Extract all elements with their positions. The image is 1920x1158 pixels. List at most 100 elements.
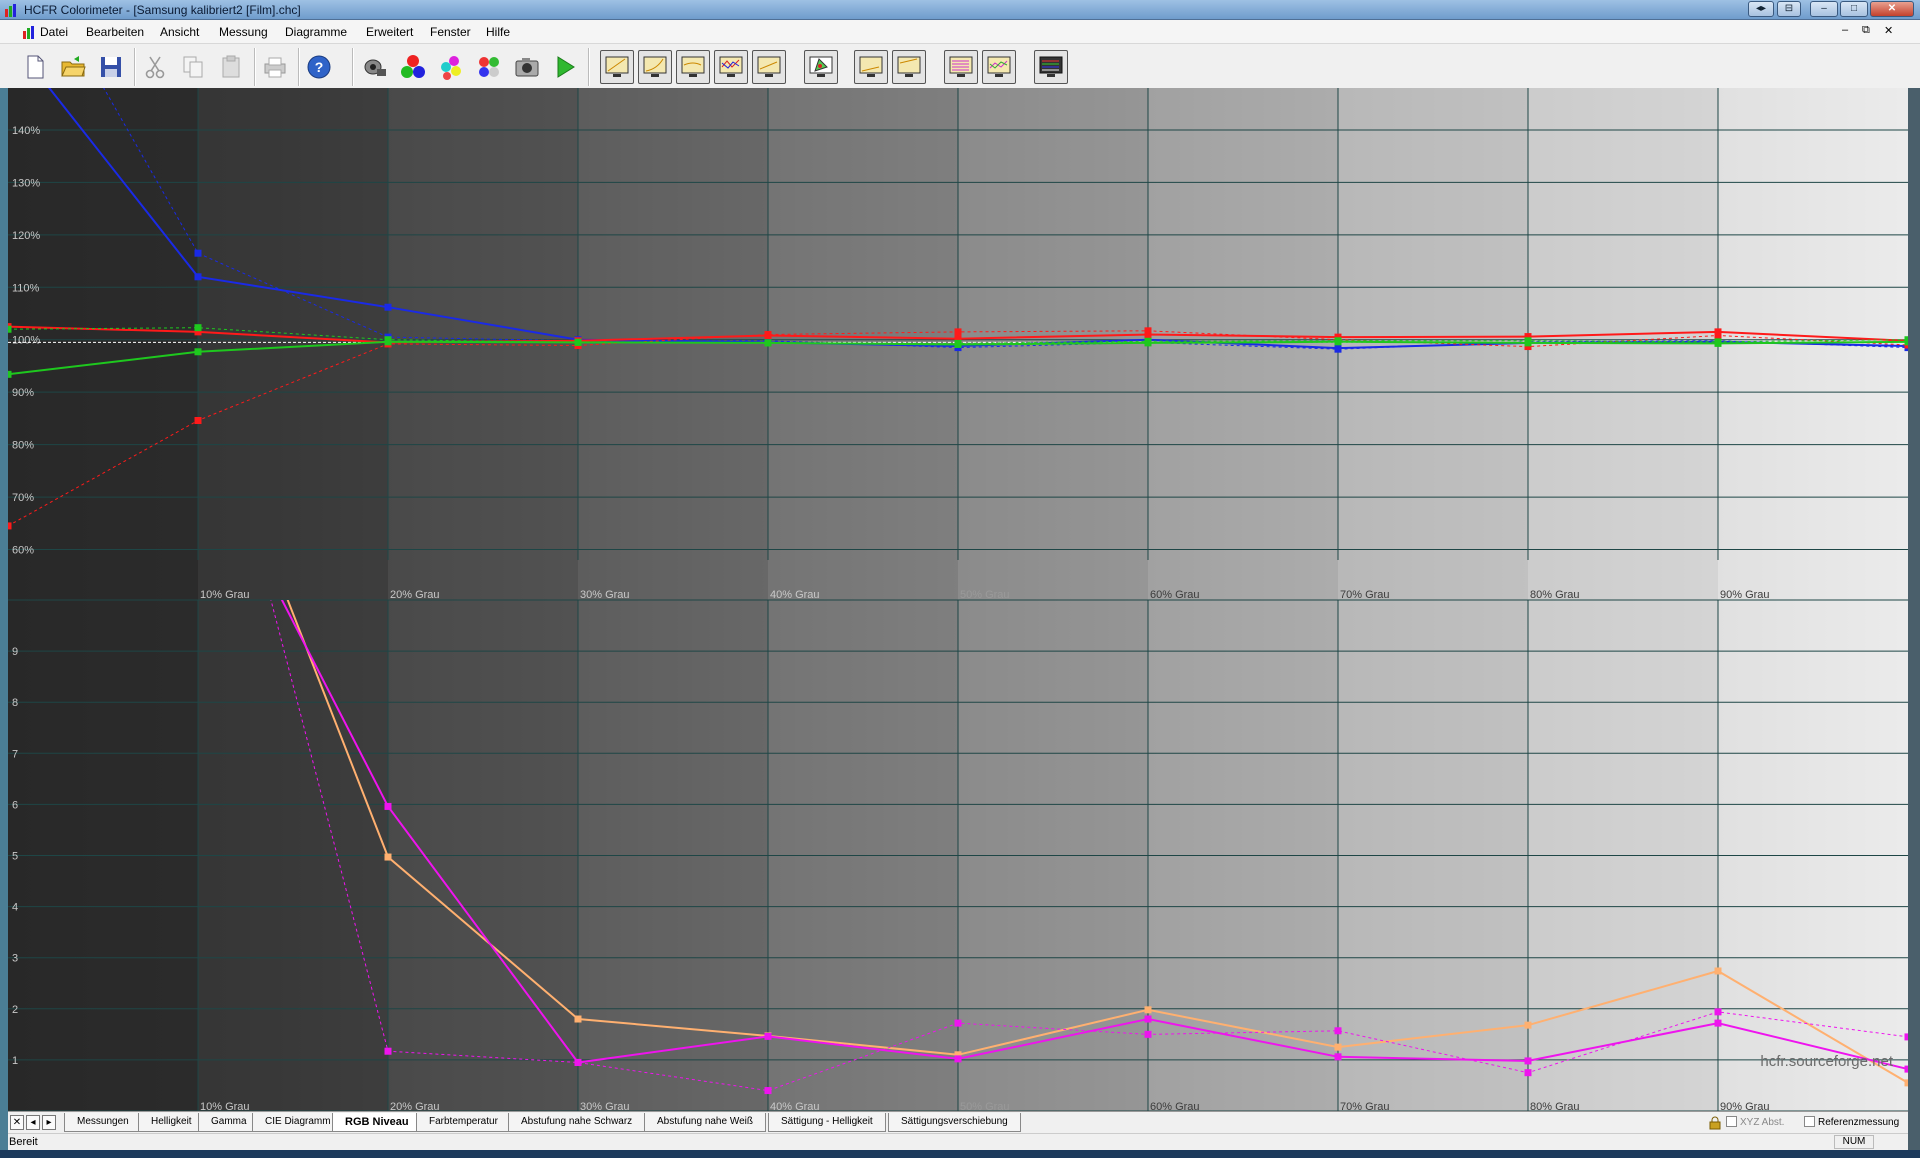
data-point-magenta [1524,1057,1532,1065]
maximize-button[interactable]: □ [1840,1,1868,17]
data-point-magenta [1714,1019,1722,1027]
menu-erweitert[interactable]: Erweitert [366,25,413,39]
xyz-abst-label: XYZ Abst. [1740,1117,1785,1128]
save-disk-icon[interactable] [94,50,128,84]
xyz-abst-box[interactable] [1726,1116,1737,1127]
menu-fenster[interactable]: Fenster [430,25,471,39]
colorful-spheres-icon[interactable] [472,50,506,84]
menu-hilfe[interactable]: Hilfe [486,25,510,39]
referenzmessung-checkbox[interactable]: Referenzmessung [1804,1116,1899,1128]
data-point-red [764,330,772,338]
data-point-orange [1524,1021,1532,1029]
tab-close-button[interactable]: ✕ [10,1115,24,1130]
watermark-text: hcfr.sourceforge.net [1760,1053,1893,1070]
chart-canvas: 140% 130% 120% 110% 100% 90% 80% 70% 60% 10% Grau… [8,88,1908,1111]
tab-messungen[interactable]: Messungen [64,1113,142,1132]
rgb-level-chart-area[interactable]: 140% 130% 120% 110% 100% 90% 80% 70% 60% 10% Grau… [8,88,1908,1111]
chart-saturation-icon[interactable] [944,50,978,84]
x-tick-label: 90% Grau [1720,1101,1770,1111]
y-tick-label: 140% [12,125,40,137]
menu-diagramme[interactable]: Diagramme [285,25,347,39]
data-point-green [194,348,202,356]
play-icon[interactable] [548,50,582,84]
menu-bearbeiten[interactable]: Bearbeiten [86,25,144,39]
taskbar[interactable] [0,1150,1920,1158]
color-spheres-icon[interactable] [434,50,468,84]
tab-next-button[interactable]: ▸ [42,1115,56,1130]
tab-farbtemperatur[interactable]: Farbtemperatur [416,1113,511,1132]
x-tick-label: 10% Grau [200,589,250,601]
y-tick-label: 90% [12,387,34,399]
x-tick-label: 30% Grau [580,589,630,601]
y-tick-label: 1 [12,1055,18,1067]
close-button[interactable]: ✕ [1870,1,1914,17]
chart-gamma2-icon[interactable] [676,50,710,84]
camera-icon[interactable] [510,50,544,84]
y-tick-label: 130% [12,177,40,189]
lock-icon [1709,1116,1721,1130]
y-tick-label: 5 [12,851,18,863]
paste-icon[interactable] [214,50,248,84]
window-title: HCFR Colorimeter - [Samsung kalibriert2 … [24,3,301,17]
copy-icon[interactable] [176,50,210,84]
menu-messung[interactable]: Messung [219,25,268,39]
tab-saettigungsverschiebung[interactable]: Sättigungsverschiebung [888,1113,1021,1132]
tab-prev-button[interactable]: ◂ [26,1115,40,1130]
x-tick-label: 50% Grau [960,589,1010,601]
chart-gamma-icon[interactable] [638,50,672,84]
status-bar: Bereit NUM [0,1133,1920,1150]
print-icon[interactable] [258,50,292,84]
tab-cie-diagramm[interactable]: CIE Diagramm [252,1113,344,1132]
data-point-orange [574,1015,582,1023]
data-point-blue [384,303,392,311]
tab-gamma[interactable]: Gamma [198,1113,260,1132]
monitor-measure-icon[interactable] [1034,50,1068,84]
mdi-restore-button[interactable]: ⧉ [1862,24,1870,37]
chart-luminance-icon[interactable] [600,50,634,84]
data-point-green [194,324,202,332]
chart-temp-icon[interactable] [752,50,786,84]
data-point-blue [1334,345,1342,353]
y-tick-label: 100% [12,335,40,347]
data-point-magenta [1334,1053,1342,1061]
help-icon[interactable]: ? [302,50,336,84]
minimize-button[interactable]: – [1810,1,1838,17]
data-point-magenta [1334,1027,1342,1035]
x-tick-label: 60% Grau [1150,1101,1200,1111]
compact-icon[interactable]: ⊟ [1777,1,1801,17]
chart-cie-icon[interactable] [804,50,838,84]
data-point-red [1144,327,1152,335]
sensor-icon[interactable] [358,50,392,84]
tab-abstufung-nahe-schwarz[interactable]: Abstufung nahe Schwarz [508,1113,646,1132]
x-tick-label: 80% Grau [1530,589,1580,601]
menu-ansicht[interactable]: Ansicht [160,25,199,39]
data-point-magenta [764,1032,772,1040]
mdi-minimize-button[interactable]: – [1842,24,1848,36]
title-bar[interactable]: HCFR Colorimeter - [Samsung kalibriert2 … [0,0,1920,20]
cut-icon[interactable] [138,50,172,84]
chart-rgb-icon[interactable] [714,50,748,84]
svg-text:?: ? [315,59,324,75]
data-point-green [1524,337,1532,345]
tab-saettigung-helligkeit[interactable]: Sättigung - Helligkeit [768,1113,886,1132]
new-document-icon[interactable] [18,50,52,84]
mdi-close-button[interactable]: ✕ [1884,24,1893,37]
chart-saturation-shift-icon[interactable] [982,50,1016,84]
tab-rgb-niveau[interactable]: RGB Niveau [332,1113,422,1132]
chart-near-black-icon[interactable] [854,50,888,84]
chart-near-white-icon[interactable] [892,50,926,84]
rgb-balls-icon[interactable] [396,50,430,84]
xyz-abst-checkbox[interactable]: XYZ Abst. [1726,1116,1784,1128]
data-point-red [8,522,12,530]
tab-helligkeit[interactable]: Helligkeit [138,1113,205,1132]
data-point-green [574,338,582,346]
menu-datei[interactable]: Datei [40,25,68,39]
x-tick-label: 20% Grau [390,1101,440,1111]
y-tick-label: 4 [12,902,18,914]
open-folder-icon[interactable] [56,50,90,84]
switch-icon[interactable]: ◂▸ [1748,1,1774,17]
referenzmessung-box[interactable] [1804,1116,1815,1127]
tab-abstufung-nahe-weiss[interactable]: Abstufung nahe Weiß [644,1113,766,1132]
data-point-magenta [954,1055,962,1063]
x-tick-label: 40% Grau [770,589,820,601]
